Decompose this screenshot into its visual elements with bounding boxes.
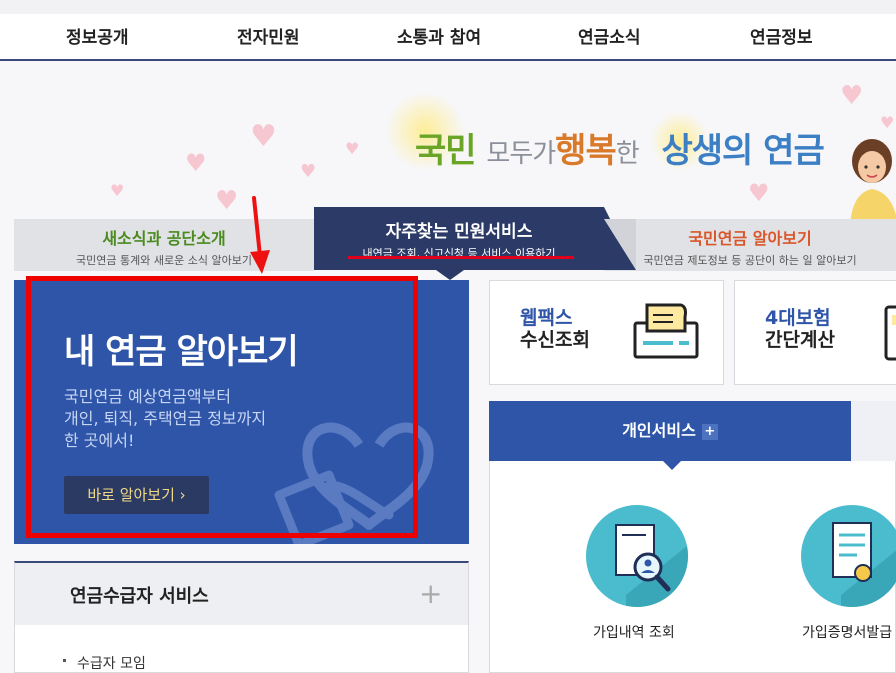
tab-other-services[interactable] xyxy=(851,401,896,461)
top-nav: 정보공개 전자민원 소통과 참여 연금소식 연금정보 xyxy=(0,0,896,61)
heart-icon: ♥ xyxy=(185,149,207,177)
tab-frequent-services[interactable]: 자주찾는 민원서비스 내연금 조회, 신고신청 등 서비스 이용하기 xyxy=(314,207,604,270)
membership-lookup-icon[interactable] xyxy=(586,505,688,607)
tab-about-pension[interactable]: 국민연금 알아보기 국민연금 제도정보 등 공단이 하는 일 알아보기 xyxy=(604,219,896,271)
tab-personal-services[interactable]: 개인서비스 + xyxy=(489,401,851,461)
slogan-word: 국민 xyxy=(415,131,477,171)
tab-title: 국민연금 알아보기 xyxy=(688,229,812,248)
webfax-box[interactable]: 웹팩스 수신조회 xyxy=(489,280,724,385)
plus-icon[interactable]: + xyxy=(419,577,442,610)
insurance-calc-box[interactable]: 4대보험 간단계산 xyxy=(734,280,896,385)
hero-banner: ♥ ♥ ♥ ♥ ♥ ♥ ♥ ♥ ♥ 국민 모두가행복한 상생의 연금 xyxy=(0,61,896,221)
nav-item-communication[interactable]: 소통과 참여 xyxy=(397,23,481,48)
fax-icon xyxy=(633,303,699,359)
highlight-underline xyxy=(348,256,574,259)
pensioner-service-panel: 연금수급자 서비스 + 수급자 모임 xyxy=(14,561,469,673)
panel-header: 연금수급자 서비스 + xyxy=(15,563,468,625)
heart-icon: ♥ xyxy=(110,181,125,200)
services-tab-label: 개인서비스 xyxy=(622,421,696,440)
heart-icon: ♥ xyxy=(345,139,360,158)
quick-label: 수신조회 xyxy=(520,329,590,351)
nav-item-e-civil[interactable]: 전자민원 xyxy=(237,23,300,48)
slogan-word: 모두가 xyxy=(486,139,556,169)
heart-icon: ♥ xyxy=(880,113,895,132)
tab-notch xyxy=(436,270,464,280)
panel-title: 연금수급자 서비스 xyxy=(70,586,209,607)
tab-subtitle: 국민연금 제도정보 등 공단이 하는 일 알아보기 xyxy=(643,254,857,267)
quick-label: 간단계산 xyxy=(765,329,835,351)
list-item[interactable]: 수급자 모임 xyxy=(63,653,146,673)
slogan-word: 행복 xyxy=(555,131,617,171)
slogan-word: 한 xyxy=(615,139,640,169)
service-label[interactable]: 가입내역 조회 xyxy=(593,622,675,642)
heart-icon: ♥ xyxy=(250,119,277,154)
certificate-icon xyxy=(832,522,896,607)
plus-icon[interactable]: + xyxy=(701,424,718,440)
heart-icon: ♥ xyxy=(748,179,770,207)
document-search-icon xyxy=(615,524,688,607)
services-tab-notch xyxy=(663,461,681,470)
heart-icon: ♥ xyxy=(300,161,317,182)
highlight-box xyxy=(26,276,418,538)
certificate-issue-icon[interactable] xyxy=(801,505,896,607)
slogan-word: 상생의 연금 xyxy=(661,131,825,171)
nav-item-pension-info[interactable]: 연금정보 xyxy=(750,23,813,48)
service-label[interactable]: 가입증명서발급 xyxy=(802,622,892,642)
heart-icon: ♥ xyxy=(215,186,239,216)
nav-item-info-disclosure[interactable]: 정보공개 xyxy=(66,23,129,48)
red-arrow-icon xyxy=(250,196,270,274)
calculator-icon xyxy=(884,305,896,361)
heart-icon: ♥ xyxy=(840,81,864,111)
slogan: 국민 모두가행복한 상생의 연금 xyxy=(415,123,825,172)
nav-item-pension-news[interactable]: 연금소식 xyxy=(578,23,641,48)
person-illustration xyxy=(850,139,896,221)
tab-title: 자주찾는 민원서비스 xyxy=(385,222,533,242)
